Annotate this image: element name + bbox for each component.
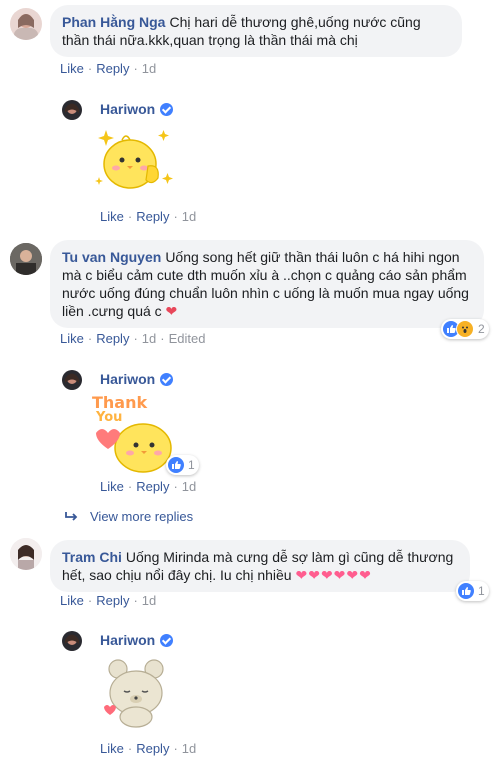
heart-emoji-icon: ❤ bbox=[165, 303, 178, 319]
avatar[interactable] bbox=[10, 538, 42, 570]
reply-actions: Like · Reply · 1d bbox=[100, 209, 197, 224]
like-link[interactable]: Like bbox=[100, 479, 124, 494]
reaction-count: 2 bbox=[478, 322, 485, 336]
like-link[interactable]: Like bbox=[100, 209, 124, 224]
reply-link[interactable]: Reply bbox=[96, 331, 129, 346]
like-link[interactable]: Like bbox=[60, 331, 84, 346]
reply-link[interactable]: Reply bbox=[96, 593, 129, 608]
comment-actions: Like · Reply · 1d · Edited bbox=[60, 331, 206, 346]
like-link[interactable]: Like bbox=[60, 61, 84, 76]
reply-actions: Like · Reply · 1d bbox=[100, 479, 197, 494]
timestamp[interactable]: 1d bbox=[182, 479, 196, 494]
reaction-summary[interactable]: 1 bbox=[166, 455, 199, 475]
like-reaction-icon bbox=[458, 583, 474, 599]
reaction-count: 1 bbox=[478, 584, 485, 598]
comment-bubble: Tu van Nguyen Uống song hết giữ thần thái… bbox=[50, 240, 484, 328]
reply-actions: Like · Reply · 1d bbox=[100, 741, 197, 756]
sticker-text-you: You bbox=[96, 410, 123, 425]
comment-bubble: Tram Chi Uống Mirinda mà cưng dễ sợ làm g… bbox=[50, 540, 470, 592]
reaction-count: 1 bbox=[188, 458, 195, 472]
reply-author[interactable]: Hariwon bbox=[100, 371, 174, 387]
like-reaction-icon bbox=[168, 457, 184, 473]
timestamp[interactable]: 1d bbox=[182, 209, 196, 224]
reply-author[interactable]: Hariwon bbox=[100, 101, 174, 117]
avatar[interactable] bbox=[62, 100, 82, 120]
reaction-summary[interactable]: 2 bbox=[441, 319, 489, 339]
view-more-replies-link[interactable]: View more replies bbox=[64, 509, 193, 524]
comment-actions: Like · Reply · 1d bbox=[60, 61, 157, 76]
comment-author[interactable]: Phan Hằng Nga bbox=[62, 14, 165, 30]
verified-badge-icon bbox=[160, 633, 174, 647]
wow-reaction-icon bbox=[456, 320, 474, 338]
comment-author[interactable]: Tu van Nguyen bbox=[62, 249, 161, 265]
timestamp[interactable]: 1d bbox=[142, 331, 156, 346]
reply-author[interactable]: Hariwon bbox=[100, 632, 174, 648]
reply-arrow-icon bbox=[65, 511, 78, 521]
avatar[interactable] bbox=[62, 631, 82, 651]
sticker-bear-image bbox=[96, 655, 176, 733]
like-link[interactable]: Like bbox=[100, 741, 124, 756]
verified-badge-icon bbox=[160, 372, 174, 386]
comment-author[interactable]: Tram Chi bbox=[62, 549, 122, 565]
avatar[interactable] bbox=[62, 370, 82, 390]
reply-link[interactable]: Reply bbox=[136, 741, 169, 756]
verified-badge-icon bbox=[160, 102, 174, 116]
like-link[interactable]: Like bbox=[60, 593, 84, 608]
edited-label[interactable]: Edited bbox=[169, 331, 206, 346]
timestamp[interactable]: 1d bbox=[182, 741, 196, 756]
timestamp[interactable]: 1d bbox=[142, 593, 156, 608]
comment-actions: Like · Reply · 1d bbox=[60, 593, 157, 608]
reply-link[interactable]: Reply bbox=[136, 479, 169, 494]
avatar[interactable] bbox=[10, 243, 42, 275]
timestamp[interactable]: 1d bbox=[142, 61, 156, 76]
sparkling-heart-emojis: ❤❤❤❤❤❤ bbox=[295, 567, 372, 583]
reply-link[interactable]: Reply bbox=[136, 209, 169, 224]
reply-link[interactable]: Reply bbox=[96, 61, 129, 76]
comment-bubble: Phan Hằng Nga Chị hari dễ thương ghê,uống… bbox=[50, 5, 462, 57]
reaction-summary[interactable]: 1 bbox=[456, 581, 489, 601]
sticker-chick-image bbox=[92, 122, 177, 200]
avatar[interactable] bbox=[10, 8, 42, 40]
